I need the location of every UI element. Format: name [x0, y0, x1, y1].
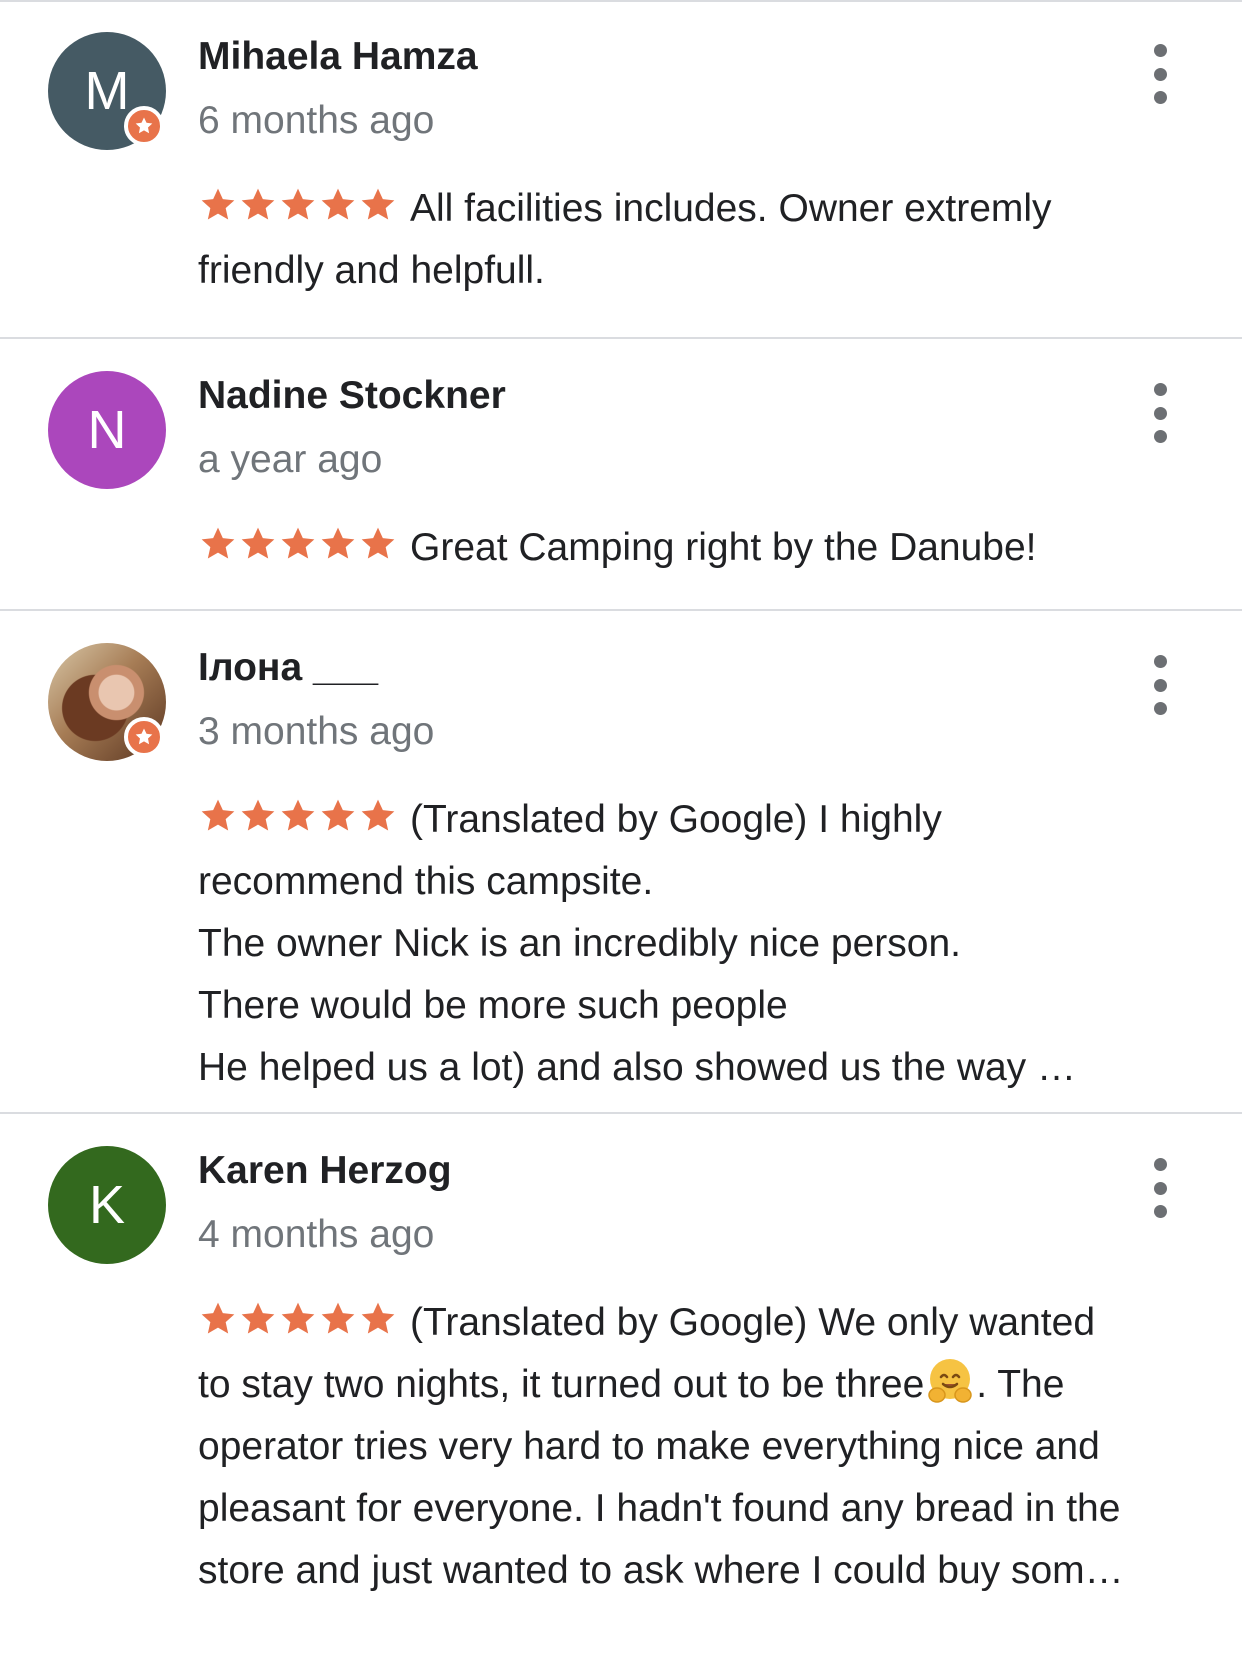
review-text-line: All facilities includes. Owner extremly — [198, 178, 1188, 240]
review-date: 4 months ago — [198, 1213, 435, 1256]
dot-icon — [1153, 406, 1167, 420]
review-date: a year ago — [198, 438, 383, 481]
star-icon — [241, 1302, 275, 1334]
star-icon — [321, 1302, 355, 1334]
star-icon — [361, 188, 395, 220]
star-rating — [198, 789, 398, 851]
reviewer-name[interactable]: Karen Herzog — [198, 1148, 452, 1194]
review-text-line: operator tries very hard to make everyth… — [198, 1425, 1100, 1468]
star-icon — [281, 527, 315, 559]
review-card: N Nadine Stockner a year ago Great Campi… — [0, 339, 1242, 611]
review-text-line: to stay two nights, it turned out to be … — [198, 1354, 1188, 1416]
dot-icon — [1153, 1205, 1167, 1218]
avatar[interactable]: N — [48, 371, 166, 489]
star-icon — [361, 1302, 395, 1334]
dot-icon — [1153, 678, 1167, 692]
star-rating — [198, 517, 398, 579]
more-options-button[interactable] — [1140, 383, 1180, 443]
review-text-line: recommend this campsite. — [198, 860, 654, 903]
review-text-line: (Translated by Google) We only wanted — [198, 1292, 1188, 1354]
local-guide-badge-icon — [124, 717, 164, 757]
review-text-segment: . The — [976, 1363, 1065, 1406]
more-options-button[interactable] — [1140, 655, 1180, 715]
star-icon — [281, 188, 315, 220]
star-icon — [281, 1302, 315, 1334]
star-icon — [281, 799, 315, 831]
avatar[interactable]: K — [48, 1146, 166, 1264]
dot-icon — [1153, 430, 1167, 443]
star-icon — [361, 527, 395, 559]
dot-icon — [1153, 44, 1167, 57]
avatar-initial: N — [87, 400, 127, 460]
review-text[interactable]: (Translated by Google) We only wanted to… — [198, 1292, 1188, 1602]
review-card: M Mihaela Hamza 6 months ago All facilit… — [0, 0, 1242, 339]
review-text-segment: (Translated by Google) I highly — [410, 798, 942, 841]
avatar[interactable] — [48, 643, 166, 761]
dot-icon — [1153, 702, 1167, 715]
reviews-list: M Mihaela Hamza 6 months ago All facilit… — [0, 0, 1242, 1653]
review-text-line: pleasant for everyone. I hadn't found an… — [198, 1487, 1121, 1530]
star-icon — [241, 188, 275, 220]
dot-icon — [1153, 1158, 1167, 1171]
review-text-line: store and just wanted to ask where I cou… — [198, 1549, 1124, 1592]
review-text: Great Camping right by the Danube! — [198, 517, 1188, 579]
star-icon — [201, 799, 235, 831]
local-guide-badge-icon — [124, 106, 164, 146]
review-text: All facilities includes. Owner extremly … — [198, 178, 1188, 302]
star-icon — [361, 799, 395, 831]
review-card: K Karen Herzog 4 months ago (Translated … — [0, 1114, 1242, 1653]
review-date: 6 months ago — [198, 99, 435, 142]
review-text-segment: to stay two nights, it turned out to be … — [198, 1363, 925, 1406]
star-icon — [201, 527, 235, 559]
review-card: Ілона ___ 3 months ago (Translated by Go… — [0, 611, 1242, 1114]
dot-icon — [1153, 383, 1167, 396]
reviewer-name[interactable]: Ілона ___ — [198, 645, 378, 691]
review-text-segment: All facilities includes. Owner extremly — [410, 187, 1052, 230]
review-text-line: (Translated by Google) I highly — [198, 789, 1188, 851]
star-rating — [198, 1292, 398, 1354]
star-icon — [321, 527, 355, 559]
review-text-line: Great Camping right by the Danube! — [198, 517, 1188, 579]
review-text[interactable]: (Translated by Google) I highly recommen… — [198, 789, 1188, 1099]
more-options-button[interactable] — [1140, 1158, 1180, 1218]
star-icon — [321, 188, 355, 220]
review-text-segment: Great Camping right by the Danube! — [410, 526, 1037, 569]
dot-icon — [1153, 67, 1167, 81]
review-text-line: The owner Nick is an incredibly nice per… — [198, 922, 962, 965]
dot-icon — [1153, 655, 1167, 668]
star-rating — [198, 178, 398, 240]
review-text-line: He helped us a lot) and also showed us t… — [198, 1046, 1077, 1089]
star-icon — [321, 799, 355, 831]
review-text-line: friendly and helpfull. — [198, 249, 545, 292]
avatar-initial: M — [84, 61, 130, 121]
avatar[interactable]: M — [48, 32, 166, 150]
review-date: 3 months ago — [198, 710, 435, 753]
dot-icon — [1153, 1181, 1167, 1195]
reviewer-name[interactable]: Nadine Stockner — [198, 373, 506, 419]
star-icon — [201, 188, 235, 220]
review-text-line: There would be more such people — [198, 984, 788, 1027]
avatar-initial: K — [88, 1175, 126, 1235]
star-icon — [201, 1302, 235, 1334]
reviewer-name[interactable]: Mihaela Hamza — [198, 34, 478, 80]
star-icon — [241, 527, 275, 559]
hugging-face-emoji-icon — [928, 1359, 973, 1403]
more-options-button[interactable] — [1140, 44, 1180, 104]
dot-icon — [1153, 91, 1167, 104]
star-icon — [241, 799, 275, 831]
review-text-segment: (Translated by Google) We only wanted — [410, 1301, 1096, 1344]
